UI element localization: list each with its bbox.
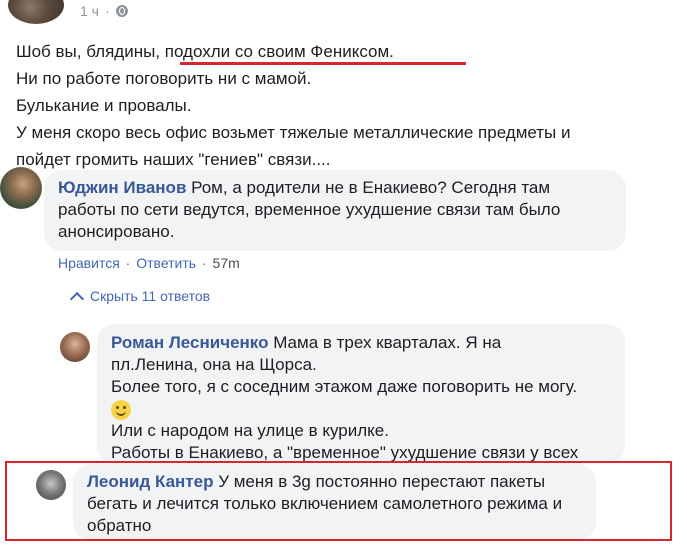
red-underline-annotation — [180, 62, 466, 65]
comment-bubble: Юджин Иванов Ром, а родители не в Енакие… — [44, 170, 626, 251]
reply-text: пл.Ленина, она на Щорса. — [111, 355, 317, 374]
reply-text: Работы в Енакиево, а "временное" ухудшен… — [111, 443, 579, 462]
post-line: У меня скоро весь офис возьмет тяжелые м… — [16, 123, 571, 142]
reply-text: Или с народом на улице в курилке. — [111, 421, 389, 440]
reply-text: обратно — [87, 516, 152, 535]
reply-bubble: Леонид Кантер У меня в 3g постоянно пере… — [73, 464, 596, 540]
reply-link[interactable]: Ответить — [136, 255, 196, 271]
reply-avatar[interactable] — [60, 332, 90, 362]
post-line: Шоб вы, блядины, подохли со своим Феникс… — [16, 42, 394, 61]
commenter-avatar[interactable] — [0, 167, 42, 209]
smile-emoji-icon — [111, 399, 131, 420]
reply-author[interactable]: Леонид Кантер — [87, 472, 213, 491]
hide-replies-link[interactable]: Скрыть 11 ответов — [69, 288, 211, 306]
comment-time[interactable]: 57m — [213, 255, 240, 271]
poster-avatar[interactable] — [8, 0, 64, 24]
post-line: пойдет громить наших "гениев" связи.... — [16, 150, 331, 169]
hide-replies-label: Скрыть 11 ответов — [90, 288, 211, 304]
dot-separator: · — [201, 255, 207, 271]
comment-text: Ром, а родители не в Енакиево? Сегодня т… — [191, 178, 551, 197]
reply-text: У меня в 3g постоянно перестают пакеты — [218, 472, 546, 491]
comment-actions: Нравится · Ответить · 57m — [58, 255, 240, 271]
dot-separator: · — [104, 3, 110, 19]
post-time[interactable]: 1 ч — [80, 3, 99, 19]
comment-text: анонсировано. — [58, 222, 175, 241]
reply-avatar[interactable] — [36, 470, 66, 500]
comment-author[interactable]: Юджин Иванов — [58, 178, 186, 197]
reply-bubble: Роман Лесниченко Мама в трех кварталах. … — [97, 324, 625, 464]
post-meta: 1 ч · — [80, 3, 128, 19]
globe-icon[interactable] — [115, 5, 128, 17]
post-line: Булькание и провалы. — [16, 96, 192, 115]
reply-text: Более того, я с соседним этажом даже пог… — [111, 377, 578, 396]
reply-author[interactable]: Роман Лесниченко — [111, 333, 268, 352]
reply-text: Мама в трех кварталах. Я на — [273, 333, 502, 352]
dot-separator: · — [125, 255, 131, 271]
post-line: Ни по работе поговорить ни с мамой. — [16, 69, 312, 88]
reply-text: бегать и лечится только включением самол… — [87, 494, 563, 513]
post-text: Шоб вы, блядины, подохли со своим Феникс… — [16, 38, 676, 173]
comment-text: работы по сети ведутся, временное ухудше… — [58, 200, 561, 219]
like-link[interactable]: Нравится — [58, 255, 120, 271]
chevron-up-icon — [69, 291, 85, 306]
